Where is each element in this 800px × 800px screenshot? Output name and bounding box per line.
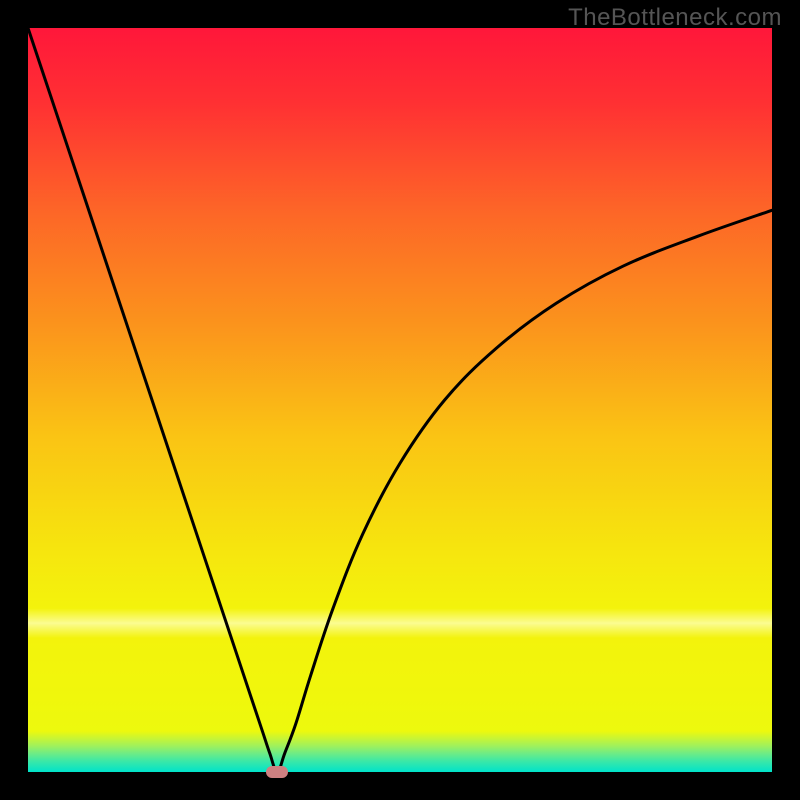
plot-area (28, 28, 772, 772)
plot-svg (28, 28, 772, 772)
chart-frame: TheBottleneck.com (0, 0, 800, 800)
optimal-point-marker (266, 766, 288, 778)
gradient-background (28, 28, 772, 772)
watermark-label: TheBottleneck.com (568, 4, 782, 32)
